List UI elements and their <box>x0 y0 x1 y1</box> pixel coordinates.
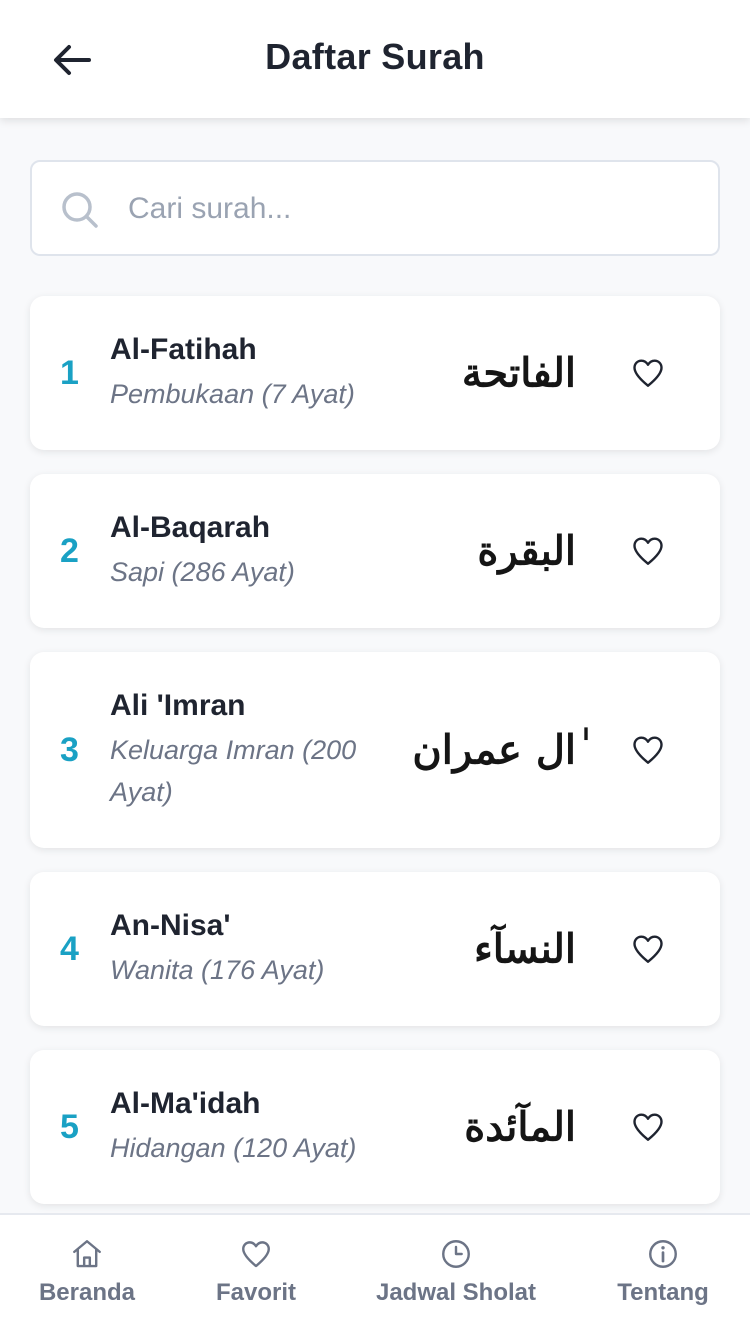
nav-label: Beranda <box>38 1279 136 1306</box>
nav-item-tentang[interactable]: Tentang <box>604 1215 722 1333</box>
home-icon <box>73 1240 101 1268</box>
surah-card[interactable]: 4 An-Nisa' Wanita (176 Ayat) النسآء <box>30 872 720 1026</box>
nav-label: Tentang <box>617 1279 709 1306</box>
surah-card[interactable]: 2 Al-Baqarah Sapi (286 Ayat) البقرة <box>30 474 720 628</box>
surah-meaning: Sapi (286 Ayat) <box>110 557 295 587</box>
surah-arabic-name: الفاتحة <box>461 349 576 397</box>
surah-info: Al-Ma'idah Hidangan (120 Ayat) <box>110 1085 400 1169</box>
app-header: Daftar Surah <box>0 0 750 118</box>
search-input[interactable] <box>128 180 698 238</box>
surah-info: Al-Baqarah Sapi (286 Ayat) <box>110 509 400 593</box>
surah-info: An-Nisa' Wanita (176 Ayat) <box>110 907 400 991</box>
surah-number: 2 <box>60 531 79 570</box>
surah-card[interactable]: 5 Al-Ma'idah Hidangan (120 Ayat) المآئدة <box>30 1050 720 1204</box>
surah-name: Al-Ma'idah <box>110 1087 261 1120</box>
nav-label: Favorit <box>215 1279 296 1306</box>
surah-arabic-name: ٰال عمران <box>412 726 576 774</box>
surah-info: Al-Fatihah Pembukaan (7 Ayat) <box>110 331 400 415</box>
surah-name: Al-Baqarah <box>110 511 271 544</box>
bottom-nav: Beranda Favorit Jadwal Sholat Tentang <box>0 1213 750 1333</box>
surah-meaning: Pembukaan (7 Ayat) <box>110 379 355 409</box>
surah-meaning: Keluarga Imran (200 Ayat) <box>110 735 357 807</box>
favorite-heart-icon[interactable] <box>630 732 666 768</box>
nav-item-jadwal-sholat[interactable]: Jadwal Sholat <box>366 1215 546 1333</box>
nav-label: Jadwal Sholat <box>375 1279 537 1306</box>
page-title: Daftar Surah <box>265 36 485 77</box>
nav-item-beranda[interactable]: Beranda <box>22 1215 152 1333</box>
search-icon <box>62 192 98 228</box>
surah-card[interactable]: 3 Ali 'Imran Keluarga Imran (200 Ayat) ٰ… <box>30 652 720 848</box>
surah-arabic-name: النسآء <box>473 925 576 973</box>
surah-number: 5 <box>60 1107 79 1146</box>
favorite-heart-icon[interactable] <box>630 931 666 967</box>
heart-icon <box>242 1241 270 1268</box>
surah-name: Ali 'Imran <box>110 689 246 722</box>
surah-card[interactable]: 1 Al-Fatihah Pembukaan (7 Ayat) الفاتحة <box>30 296 720 450</box>
nav-item-favorit[interactable]: Favorit <box>200 1215 312 1333</box>
surah-arabic-name: البقرة <box>477 527 576 575</box>
clock-icon <box>442 1240 470 1268</box>
surah-info: Ali 'Imran Keluarga Imran (200 Ayat) <box>110 687 400 813</box>
info-icon <box>649 1240 677 1268</box>
favorite-heart-icon[interactable] <box>630 355 666 391</box>
surah-name: An-Nisa' <box>110 909 231 942</box>
surah-meaning: Wanita (176 Ayat) <box>110 955 325 985</box>
surah-number: 3 <box>60 730 79 769</box>
favorite-heart-icon[interactable] <box>630 1109 666 1145</box>
app-root: Daftar Surah 1 Al-Fatihah Pembukaan (7 A… <box>0 0 750 1333</box>
surah-list: 1 Al-Fatihah Pembukaan (7 Ayat) الفاتحة … <box>30 296 720 1228</box>
surah-meaning: Hidangan (120 Ayat) <box>110 1133 357 1163</box>
surah-number: 1 <box>60 353 79 392</box>
favorite-heart-icon[interactable] <box>630 533 666 569</box>
search-box <box>30 160 720 256</box>
surah-number: 4 <box>60 929 79 968</box>
surah-name: Al-Fatihah <box>110 333 257 366</box>
surah-arabic-name: المآئدة <box>464 1103 576 1151</box>
